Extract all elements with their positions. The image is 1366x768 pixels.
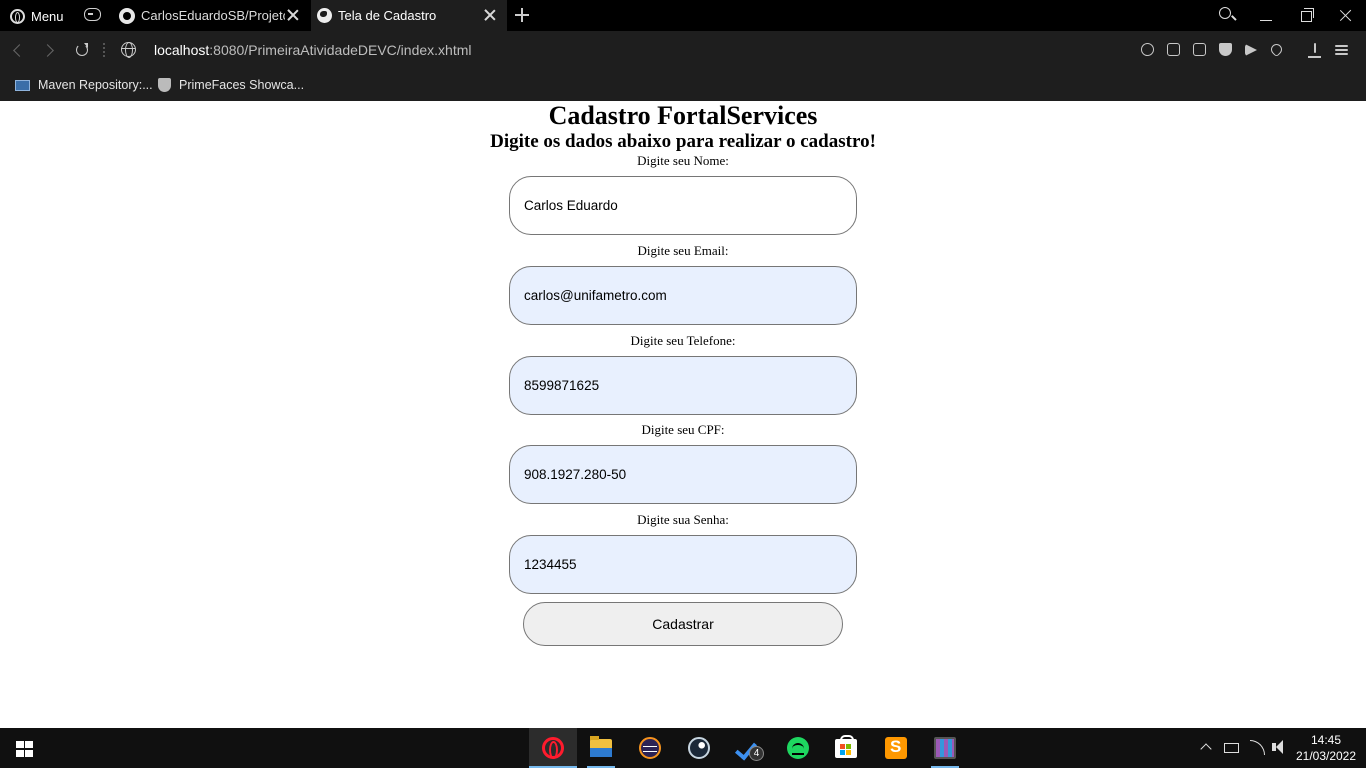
register-button[interactable]: Cadastrar xyxy=(523,602,843,646)
clock-time: 14:45 xyxy=(1310,733,1342,747)
url-path: :8080/PrimeiraAtividadeDEVC/index.xhtml xyxy=(209,42,472,58)
send-icon[interactable] xyxy=(1240,41,1266,59)
network-icon[interactable] xyxy=(1247,728,1265,768)
bookmark-label: PrimeFaces Showca... xyxy=(179,78,305,92)
forward-icon[interactable] xyxy=(41,42,57,58)
taskbar-ide[interactable] xyxy=(921,728,969,768)
url-field[interactable]: localhost:8080/PrimeiraAtividadeDEVC/ind… xyxy=(154,42,472,58)
shield-icon[interactable] xyxy=(1214,41,1240,59)
opera-icon xyxy=(542,737,564,759)
bookmark-maven[interactable]: Maven Repository:... xyxy=(15,76,153,94)
minimize-icon[interactable] xyxy=(1246,0,1286,31)
reload-icon[interactable] xyxy=(74,42,90,58)
spotify-icon xyxy=(787,737,809,759)
camera-icon[interactable] xyxy=(1188,41,1214,59)
taskbar-eclipse[interactable] xyxy=(626,728,674,768)
primefaces-icon xyxy=(158,78,171,92)
close-tab-icon[interactable] xyxy=(483,8,497,22)
maven-icon xyxy=(15,79,30,91)
windows-start-icon[interactable] xyxy=(16,741,33,757)
close-tab-icon[interactable] xyxy=(286,8,300,22)
battery-icon[interactable] xyxy=(1222,728,1240,768)
download-icon[interactable] xyxy=(1304,41,1330,59)
site-info-icon[interactable] xyxy=(121,42,136,58)
page-title: Cadastro FortalServices xyxy=(548,101,818,130)
share-icon[interactable] xyxy=(1162,41,1188,59)
file-explorer-icon xyxy=(590,736,612,757)
globe-icon xyxy=(317,8,332,23)
back-icon[interactable] xyxy=(9,42,25,58)
heart-icon[interactable] xyxy=(1266,41,1292,59)
taskbar-spotify[interactable] xyxy=(774,728,822,768)
page-content: Cadastro FortalServices Digite os dados … xyxy=(0,101,1366,728)
tab-title: Tela de Cadastro xyxy=(338,8,437,23)
taskbar-file-explorer[interactable] xyxy=(577,728,625,768)
email-input[interactable] xyxy=(509,266,857,325)
email-label: Digite seu Email: xyxy=(637,243,729,258)
browser-tab-bar: Menu CarlosEduardoSB/ProjetoWeb Tela de … xyxy=(0,0,1366,31)
bookmark-label: Maven Repository:... xyxy=(38,78,153,92)
taskbar-sublime[interactable] xyxy=(872,728,920,768)
search-page-icon[interactable] xyxy=(1136,41,1162,59)
url-host: localhost xyxy=(154,42,210,58)
sublime-text-icon xyxy=(885,737,907,759)
easy-setup-icon[interactable] xyxy=(1330,41,1356,59)
taskbar-steam[interactable] xyxy=(675,728,723,768)
windows-taskbar: 4 14:45 21/03/2022 xyxy=(0,728,1366,768)
opera-logo-icon xyxy=(10,8,25,24)
page-subtitle: Digite os dados abaixo para realizar o c… xyxy=(490,131,876,152)
phone-input[interactable] xyxy=(509,356,857,415)
tab-github[interactable]: CarlosEduardoSB/ProjetoWeb xyxy=(114,0,310,31)
steam-icon xyxy=(688,737,710,759)
show-hidden-icons-icon[interactable] xyxy=(1199,728,1215,768)
password-input[interactable] xyxy=(509,535,857,594)
gamepad-icon[interactable] xyxy=(84,8,101,21)
ide-icon xyxy=(934,737,956,759)
bookmarks-bar: Maven Repository:... PrimeFaces Showca..… xyxy=(0,69,1366,101)
bookmark-primefaces[interactable]: PrimeFaces Showca... xyxy=(158,76,304,94)
name-label: Digite seu Nome: xyxy=(637,153,729,168)
volume-icon[interactable] xyxy=(1270,728,1290,768)
cpf-input[interactable] xyxy=(509,445,857,504)
menu-label: Menu xyxy=(31,8,64,24)
close-window-icon[interactable] xyxy=(1326,0,1366,31)
address-bar: localhost:8080/PrimeiraAtividadeDEVC/ind… xyxy=(0,31,1366,69)
password-label: Digite sua Senha: xyxy=(637,512,729,527)
todo-badge: 4 xyxy=(749,746,764,761)
cpf-label: Digite seu CPF: xyxy=(641,422,725,437)
taskbar-todo[interactable]: 4 xyxy=(724,728,772,768)
phone-label: Digite seu Telefone: xyxy=(630,333,736,348)
browser-menu-button[interactable]: Menu xyxy=(10,7,64,25)
taskbar-opera[interactable] xyxy=(529,728,577,768)
taskbar-store[interactable] xyxy=(822,728,870,768)
new-tab-icon[interactable] xyxy=(514,7,530,23)
restore-icon[interactable] xyxy=(1286,0,1326,31)
tab-tela-de-cadastro[interactable]: Tela de Cadastro xyxy=(311,0,507,31)
github-icon xyxy=(119,7,135,24)
search-tabs-icon[interactable] xyxy=(1206,0,1246,31)
eclipse-icon xyxy=(639,737,661,759)
tab-title: CarlosEduardoSB/ProjetoWeb xyxy=(141,8,285,23)
toolbar-actions xyxy=(1136,41,1356,59)
name-input[interactable] xyxy=(509,176,857,235)
store-icon xyxy=(835,735,857,758)
separator xyxy=(103,43,105,57)
clock-date: 21/03/2022 xyxy=(1295,749,1357,763)
system-clock[interactable]: 14:45 21/03/2022 xyxy=(1294,732,1358,764)
